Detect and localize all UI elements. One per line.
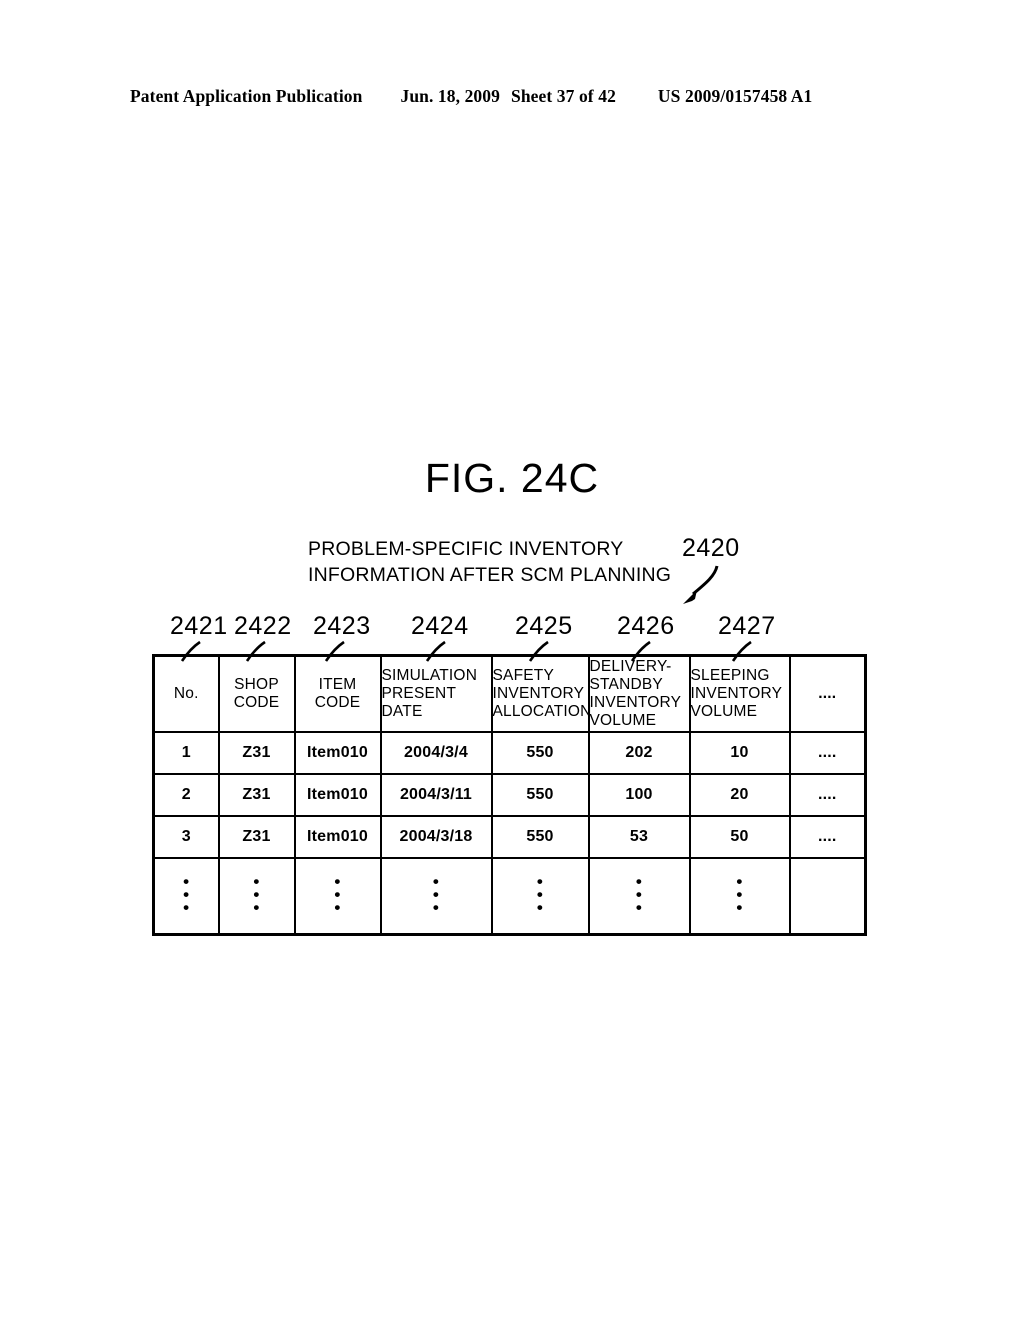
column-header-sleeping-line2: INVENTORY (690, 685, 783, 702)
cell-safety-inventory-allocation: 550 (490, 731, 590, 775)
ref-numeral-2422: 2422 (234, 612, 292, 640)
table-reference-number: 2420 (682, 534, 740, 562)
cell-item-code: Item010 (293, 731, 382, 775)
continuation-cell-more (788, 857, 867, 936)
column-header-delivery-standby-inventory-volume: DELIVERY- STANDBY INVENTORY VOLUME (587, 654, 691, 733)
cell-delivery-standby-inventory-volume: 100 (587, 773, 691, 817)
continuation-cell-item-code: • • • (293, 857, 382, 936)
ref-numeral-2425: 2425 (515, 612, 573, 640)
problem-specific-inventory-table: No. SHOP CODE ITEM CODE SIMULATION PRESE… (152, 654, 867, 936)
sheet-number: Sheet 37 of 42 (510, 86, 616, 106)
vertical-ellipsis-icon: • • • (334, 871, 341, 917)
ref-numeral-2424: 2424 (411, 612, 469, 640)
cell-more: .... (788, 731, 867, 775)
column-header-more: .... (788, 654, 867, 733)
column-header-sim-line2: PRESENT (381, 685, 457, 702)
figure-caption: PROBLEM-SPECIFIC INVENTORY INFORMATION A… (308, 536, 671, 588)
column-header-no-label: No. (173, 685, 199, 702)
continuation-cell-safety-inventory-allocation: • • • (490, 857, 590, 936)
ref-numeral-2426: 2426 (617, 612, 675, 640)
cell-simulation-present-date: 2004/3/4 (379, 731, 493, 775)
vertical-ellipsis-icon: • • • (432, 871, 440, 917)
table-reference-arrow-icon (683, 565, 719, 604)
cell-no: 2 (152, 773, 220, 817)
column-header-item-code-line1: ITEM (318, 676, 357, 693)
column-header-safety-line1: SAFETY (492, 667, 554, 684)
cell-shop-code: Z31 (217, 773, 296, 817)
cell-sleeping-inventory-volume: 10 (688, 731, 791, 775)
vertical-ellipsis-icon: • • • (635, 871, 643, 917)
table-continuation-row: • • • • • • • • • • • • • • • • • • • • • (152, 857, 867, 936)
cell-shop-code: Z31 (217, 815, 296, 859)
vertical-ellipsis-icon: • • • (183, 871, 190, 917)
column-header-delivery-line4: VOLUME (589, 712, 657, 729)
table-row: 3 Z31 Item010 2004/3/18 550 53 50 .... (152, 815, 867, 859)
cell-shop-code: Z31 (217, 731, 296, 775)
cell-simulation-present-date: 2004/3/18 (379, 815, 493, 859)
cell-sleeping-inventory-volume: 20 (688, 773, 791, 817)
cell-no: 3 (152, 815, 220, 859)
column-header-sleeping-line3: VOLUME (690, 703, 758, 720)
ref-numeral-2421: 2421 (170, 612, 228, 640)
publication-date: Jun. 18, 2009 (400, 86, 500, 106)
cell-item-code: Item010 (293, 773, 382, 817)
column-header-no: No. (152, 654, 220, 733)
column-header-safety-line3: ALLOCATION (492, 703, 592, 720)
cell-item-code: Item010 (293, 815, 382, 859)
column-reference-numerals: 2421 2422 2423 2424 2425 2426 2427 (0, 612, 1024, 662)
table-header-row: No. SHOP CODE ITEM CODE SIMULATION PRESE… (152, 654, 867, 733)
table-row: 1 Z31 Item010 2004/3/4 550 202 10 .... (152, 731, 867, 775)
column-header-safety-line2: INVENTORY (492, 685, 585, 702)
figure-title: FIG. 24C (424, 455, 600, 501)
table-row: 2 Z31 Item010 2004/3/11 550 100 20 .... (152, 773, 867, 817)
caption-line-1: PROBLEM-SPECIFIC INVENTORY (308, 538, 624, 560)
cell-sleeping-inventory-volume: 50 (688, 815, 791, 859)
continuation-cell-simulation-present-date: • • • (379, 857, 493, 936)
cell-delivery-standby-inventory-volume: 53 (587, 815, 691, 859)
column-header-shop-code-line2: CODE (233, 694, 280, 711)
column-header-shop-code-line1: SHOP (234, 676, 279, 693)
cell-no: 1 (152, 731, 220, 775)
ref-numeral-2423: 2423 (313, 612, 371, 640)
column-header-item-code-line2: CODE (314, 694, 361, 711)
caption-line-2: INFORMATION AFTER SCM PLANNING (308, 564, 672, 586)
continuation-cell-sleeping-inventory-volume: • • • (688, 857, 791, 936)
patent-page-header: Patent Application Publication Jun. 18, … (130, 86, 894, 107)
ref-numeral-2427: 2427 (718, 612, 776, 640)
column-header-shop-code: SHOP CODE (217, 654, 296, 733)
column-header-sleeping-line1: SLEEPING (690, 667, 770, 684)
publication-label: Patent Application Publication (130, 86, 363, 106)
column-header-delivery-line3: INVENTORY (589, 694, 682, 711)
cell-delivery-standby-inventory-volume: 202 (587, 731, 691, 775)
continuation-cell-shop-code: • • • (217, 857, 296, 936)
column-header-delivery-line1: DELIVERY- (589, 658, 672, 675)
continuation-cell-no: • • • (152, 857, 220, 936)
patent-number: US 2009/0157458 A1 (657, 86, 813, 106)
cell-simulation-present-date: 2004/3/11 (379, 773, 493, 817)
column-header-sim-line3: DATE (381, 703, 423, 720)
vertical-ellipsis-icon: • • • (253, 871, 260, 917)
column-header-delivery-line2: STANDBY (589, 676, 663, 693)
column-header-safety-inventory-allocation: SAFETY INVENTORY ALLOCATION (490, 654, 592, 733)
column-header-simulation-present-date: SIMULATION PRESENT DATE (379, 654, 493, 733)
cell-safety-inventory-allocation: 550 (490, 773, 590, 817)
column-header-item-code: ITEM CODE (293, 654, 382, 733)
cell-more: .... (788, 773, 867, 817)
vertical-ellipsis-icon: • • • (736, 871, 743, 917)
vertical-ellipsis-icon: • • • (536, 871, 544, 917)
cell-more: .... (788, 815, 867, 859)
continuation-cell-delivery-standby-inventory-volume: • • • (587, 857, 691, 936)
column-header-sim-line1: SIMULATION (381, 667, 478, 684)
cell-safety-inventory-allocation: 550 (490, 815, 590, 859)
column-header-sleeping-inventory-volume: SLEEPING INVENTORY VOLUME (688, 654, 791, 733)
